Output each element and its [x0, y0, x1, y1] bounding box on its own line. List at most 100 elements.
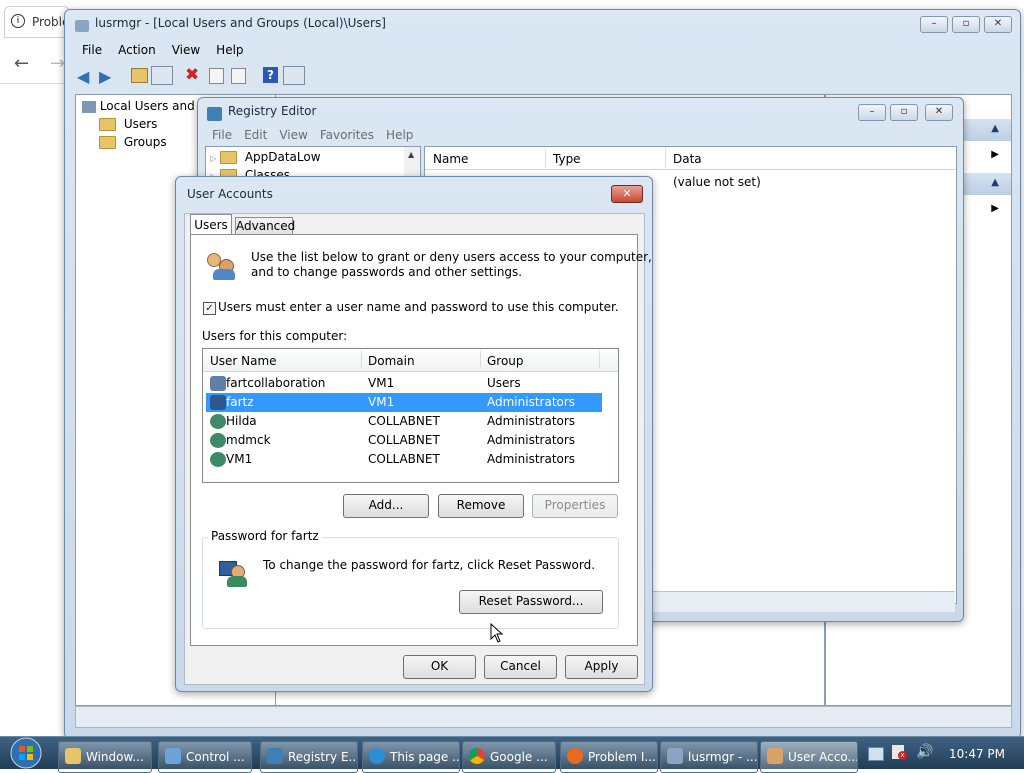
- show-tree-icon[interactable]: [151, 66, 173, 85]
- delete-icon[interactable]: ✖: [185, 65, 199, 85]
- column-group[interactable]: Group: [487, 354, 524, 368]
- column-name[interactable]: Name: [433, 152, 468, 166]
- ok-button[interactable]: OK: [403, 655, 476, 679]
- tab-advanced-label: Advanced: [236, 219, 296, 233]
- expand-arrow-icon[interactable]: ▶: [991, 203, 999, 214]
- menu-action[interactable]: Action: [118, 43, 156, 57]
- scroll-up-icon[interactable]: ▲: [408, 150, 414, 159]
- remove-button[interactable]: Remove: [438, 494, 524, 518]
- regedit-maximize-button[interactable]: ▫: [890, 104, 918, 121]
- value-data[interactable]: (value not set): [673, 175, 761, 189]
- apply-button[interactable]: Apply: [565, 655, 638, 679]
- users-list-header: User Name Domain Group: [203, 349, 618, 372]
- taskbar-item-firefox[interactable]: Problem I...: [560, 741, 658, 773]
- computer-users-icon: [82, 100, 96, 113]
- tree-item-users-label: Users: [123, 117, 158, 131]
- tree-item-users[interactable]: Users: [99, 117, 157, 131]
- lusrmgr-app-icon: [75, 20, 89, 32]
- regedit-menu-file[interactable]: File: [212, 128, 232, 142]
- column-domain[interactable]: Domain: [368, 354, 415, 368]
- taskbar-item-user-accounts[interactable]: User Acco...: [760, 741, 858, 773]
- user-accounts-dialog: User Accounts ✕ Users Advanced Use the l…: [175, 176, 653, 692]
- properties-icon[interactable]: [209, 68, 224, 84]
- network-icon[interactable]: [868, 747, 884, 761]
- maximize-button[interactable]: ▫: [952, 16, 980, 33]
- volume-icon[interactable]: 🔊: [916, 744, 933, 760]
- regedit-menubar: File Edit View Favorites Help: [212, 128, 429, 142]
- regedit-close-button[interactable]: ✕: [925, 104, 953, 121]
- help-icon[interactable]: ?: [263, 67, 278, 83]
- tree-item-groups-label: Groups: [123, 135, 167, 149]
- password-user-icon: [219, 559, 249, 589]
- user-row[interactable]: mdmck COLLABNET Administrators: [206, 431, 602, 450]
- user-body: [227, 576, 247, 587]
- user-name: fartz: [226, 395, 254, 409]
- clock[interactable]: 10:47 PM: [949, 747, 1005, 761]
- taskbar-item-lusrmgr[interactable]: lusrmgr - ...: [660, 741, 758, 773]
- taskbar-item-ie[interactable]: This page ...: [362, 741, 460, 773]
- column-data[interactable]: Data: [673, 152, 702, 166]
- taskbar-item-chrome[interactable]: Google ...: [462, 741, 556, 773]
- regedit-menu-view[interactable]: View: [279, 128, 307, 142]
- user-group: Administrators: [487, 433, 576, 447]
- close-button[interactable]: ✕: [984, 16, 1012, 33]
- browser-tab[interactable]: i Proble: [4, 6, 70, 38]
- properties-button[interactable]: Properties: [532, 494, 618, 518]
- dialog-title: User Accounts: [187, 187, 273, 201]
- start-button[interactable]: [4, 737, 48, 769]
- back-arrow-icon[interactable]: ◀: [77, 67, 89, 86]
- folder-icon: [99, 118, 116, 131]
- user-name: mdmck: [226, 433, 271, 447]
- menu-file[interactable]: File: [82, 43, 102, 57]
- taskbar: Window... Control ... Registry E... This…: [0, 736, 1024, 773]
- user-row-selected[interactable]: fartz VM1 Administrators: [206, 393, 602, 412]
- add-button[interactable]: Add...: [343, 494, 429, 518]
- users-icon: [767, 748, 783, 764]
- user-row[interactable]: Hilda COLLABNET Administrators: [206, 412, 602, 431]
- up-folder-icon[interactable]: [131, 68, 148, 83]
- require-login-label[interactable]: Users must enter a user name and passwor…: [218, 300, 619, 314]
- tab-content: Use the list below to grant or deny user…: [190, 234, 652, 646]
- taskbar-item-regedit[interactable]: Registry E...: [260, 741, 358, 773]
- reset-password-button[interactable]: Reset Password...: [459, 590, 603, 614]
- regedit-menu-help[interactable]: Help: [386, 128, 413, 142]
- lusrmgr-statusbar: [75, 706, 1012, 728]
- forward-arrow-icon[interactable]: ▶: [99, 67, 111, 86]
- taskbar-item-control-panel[interactable]: Control ...: [158, 741, 252, 773]
- taskbar-item-explorer[interactable]: Window...: [58, 741, 152, 773]
- tab-users[interactable]: Users: [190, 214, 232, 235]
- user-name: Hilda: [226, 414, 257, 428]
- regedit-minimize-button[interactable]: –: [858, 104, 886, 121]
- expand-triangle-icon[interactable]: ▷: [210, 154, 216, 163]
- firefox-icon: [567, 748, 583, 764]
- column-type[interactable]: Type: [553, 152, 581, 166]
- forward-icon[interactable]: →: [50, 53, 65, 74]
- regedit-menu-edit[interactable]: Edit: [244, 128, 267, 142]
- collapse-icon: ▲: [991, 177, 999, 188]
- action-center-icon[interactable]: x: [892, 745, 907, 760]
- minimize-button[interactable]: –: [920, 16, 948, 33]
- menu-help[interactable]: Help: [216, 43, 243, 57]
- export-icon[interactable]: [231, 68, 246, 84]
- user-row[interactable]: fartcollaboration VM1 Users: [206, 374, 602, 393]
- require-login-checkbox[interactable]: ✓: [203, 302, 216, 315]
- tab-advanced[interactable]: Advanced: [235, 217, 296, 235]
- menu-view[interactable]: View: [172, 43, 200, 57]
- cancel-button[interactable]: Cancel: [484, 655, 557, 679]
- expand-arrow-icon[interactable]: ▶: [991, 149, 999, 160]
- back-icon[interactable]: ←: [14, 53, 29, 74]
- user-row[interactable]: VM1 COLLABNET Administrators: [206, 450, 602, 469]
- dialog-close-button[interactable]: ✕: [611, 185, 643, 203]
- user-icon: [210, 414, 226, 429]
- regedit-tree-item[interactable]: ▷ AppDataLow: [210, 150, 321, 164]
- tree-item-groups[interactable]: Groups: [99, 135, 167, 149]
- users-list-label: Users for this computer:: [202, 329, 348, 343]
- action-pane-icon[interactable]: [283, 66, 305, 85]
- column-user-name[interactable]: User Name: [210, 354, 277, 368]
- windows-logo-icon: [10, 737, 42, 769]
- tree-root[interactable]: Local Users and G: [82, 99, 208, 113]
- regedit-menu-favorites[interactable]: Favorites: [320, 128, 374, 142]
- user-group: Administrators: [487, 395, 576, 409]
- user-domain: VM1: [368, 395, 395, 409]
- users-icon: [667, 748, 683, 764]
